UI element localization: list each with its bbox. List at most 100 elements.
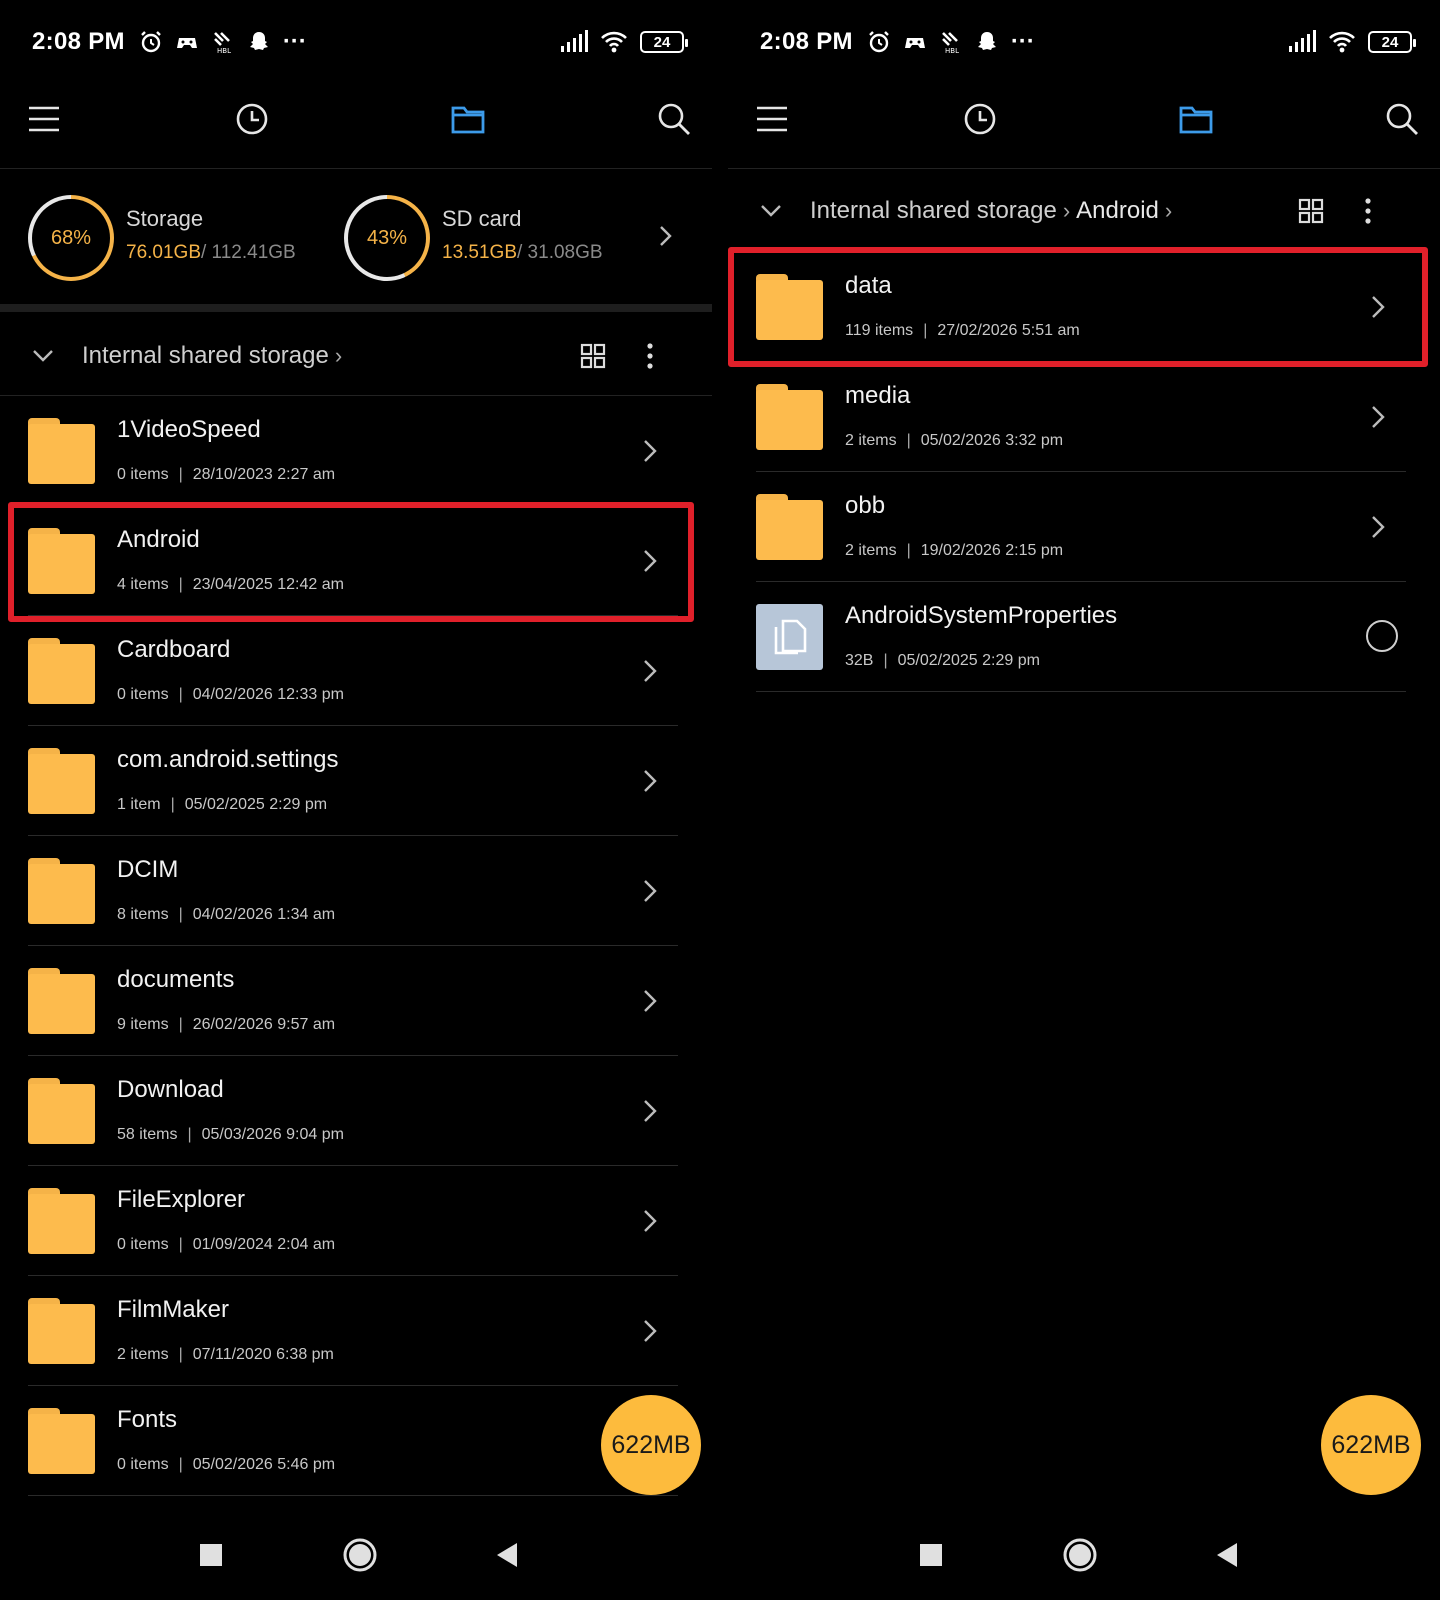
list-item[interactable]: FilmMaker 2 items | 07/11/2020 6:38 pm <box>0 1276 712 1386</box>
menu-button[interactable] <box>748 95 796 143</box>
list-item[interactable]: AndroidSystemProperties 32B | 05/02/2025 2:… <box>728 582 1440 692</box>
grid-view-icon[interactable] <box>580 343 606 369</box>
storage-summary[interactable]: 68% Storage 76.01GB/ 112.41GB 43% SD car… <box>0 188 712 288</box>
search-icon <box>658 103 690 135</box>
item-name: Download <box>117 1076 224 1103</box>
right-screen: 2:08 PM HBL ··· 24 Internal shared stora… <box>728 0 1440 1600</box>
home-button[interactable] <box>335 1530 385 1580</box>
list-item[interactable]: 1VideoSpeed 0 items | 28/10/2023 2:27 am <box>0 396 712 506</box>
item-meta: 4 items | 23/04/2025 12:42 am <box>117 576 344 593</box>
signal-icon <box>561 30 588 52</box>
breadcrumb-item[interactable]: Internal shared storage <box>810 197 1057 225</box>
sd-card-usage: 13.51GB/ 31.08GB <box>442 242 603 263</box>
recents-button[interactable] <box>186 1530 236 1580</box>
file-list: data 119 items | 27/02/2026 5:51 am media 2 i… <box>728 252 1440 692</box>
recents-button[interactable] <box>906 1530 956 1580</box>
more-options-icon[interactable] <box>646 342 654 370</box>
item-name: media <box>845 382 911 409</box>
status-bar: 2:08 PM HBL ··· 24 <box>760 22 1416 62</box>
document-icon <box>756 604 823 670</box>
item-name: Fonts <box>117 1406 178 1433</box>
chevron-right-icon <box>644 1210 657 1232</box>
item-name: data <box>845 272 892 299</box>
list-item[interactable]: Download 58 items | 05/03/2026 9:04 pm <box>0 1056 712 1166</box>
item-count: 9 items <box>117 1016 169 1033</box>
svg-text:HBL: HBL <box>945 47 959 54</box>
chevron-right-icon <box>644 440 657 462</box>
toolbar <box>728 95 1440 143</box>
chevron-right-icon <box>644 770 657 792</box>
battery-icon: 24 <box>1368 31 1416 53</box>
list-item[interactable]: Cardboard 0 items | 04/02/2026 12:33 pm <box>0 616 712 726</box>
list-item[interactable]: FileExplorer 0 items | 01/09/2024 2:04 am <box>0 1166 712 1276</box>
item-meta: 0 items | 04/02/2026 12:33 pm <box>117 686 344 703</box>
item-name: com.android.settings <box>117 746 339 773</box>
cleanup-fab[interactable]: 622MB <box>1321 1395 1421 1495</box>
snapchat-icon <box>249 32 268 50</box>
item-meta: 2 items | 05/02/2026 3:32 pm <box>845 432 1064 449</box>
item-count: 1 item <box>117 796 161 813</box>
collapse-chevron-icon[interactable] <box>32 349 54 363</box>
folder-icon <box>28 968 95 1034</box>
hbl-icon: HBL <box>941 32 959 54</box>
path-bar: Internal shared storage › Android › <box>728 181 1440 241</box>
path-bar: Internal shared storage › <box>0 326 712 386</box>
item-count: 4 items <box>117 576 169 593</box>
square-icon <box>200 1544 222 1566</box>
cleanup-fab[interactable]: 622MB <box>601 1395 701 1495</box>
folder-icon <box>756 274 823 340</box>
chevron-right-icon <box>660 226 672 246</box>
list-item[interactable]: com.android.settings 1 item | 05/02/2025 2:… <box>0 726 712 836</box>
item-meta: 0 items | 28/10/2023 2:27 am <box>117 466 336 483</box>
chevron-right-icon <box>644 1320 657 1342</box>
game-icon <box>176 38 197 48</box>
item-date: 04/02/2026 1:34 am <box>192 906 336 923</box>
item-meta: 58 items | 05/03/2026 9:04 pm <box>117 1126 344 1143</box>
files-tab-button[interactable] <box>1172 95 1220 143</box>
more-options-icon[interactable] <box>1364 197 1372 225</box>
recent-tab-button[interactable] <box>228 95 276 143</box>
list-item[interactable]: media 2 items | 05/02/2026 3:32 pm <box>728 362 1440 472</box>
grid-view-icon[interactable] <box>1298 198 1324 224</box>
status-bar: 2:08 PM HBL ··· 24 <box>32 22 688 62</box>
storage-label: Storage <box>126 206 204 231</box>
list-item[interactable]: Android 4 items | 23/04/2025 12:42 am <box>0 506 712 616</box>
folder-icon <box>28 418 95 484</box>
folder-icon <box>28 1078 95 1144</box>
back-button[interactable] <box>482 1530 532 1580</box>
menu-button[interactable] <box>20 95 68 143</box>
item-date: 27/02/2026 5:51 am <box>937 322 1080 339</box>
item-count: 8 items <box>117 906 169 923</box>
search-button[interactable] <box>1378 95 1426 143</box>
search-button[interactable] <box>650 95 698 143</box>
list-item[interactable]: data 119 items | 27/02/2026 5:51 am <box>728 252 1440 362</box>
breadcrumb-item[interactable]: Android <box>1076 197 1159 225</box>
status-time: 2:08 PM <box>32 28 125 55</box>
item-name: obb <box>845 492 886 519</box>
chevron-right-icon <box>644 550 657 572</box>
sd-card-ring: 43% <box>344 195 430 281</box>
home-button[interactable] <box>1055 1530 1105 1580</box>
breadcrumb-item[interactable]: Internal shared storage <box>82 342 329 370</box>
files-tab-button[interactable] <box>444 95 492 143</box>
item-count: 2 items <box>845 432 897 449</box>
list-item[interactable]: documents 9 items | 26/02/2026 9:57 am <box>0 946 712 1056</box>
list-item[interactable]: obb 2 items | 19/02/2026 2:15 pm <box>728 472 1440 582</box>
recent-tab-button[interactable] <box>956 95 1004 143</box>
list-item[interactable]: DCIM 8 items | 04/02/2026 1:34 am <box>0 836 712 946</box>
breadcrumb-separator-icon: › <box>1062 198 1071 223</box>
collapse-chevron-icon[interactable] <box>760 204 782 218</box>
square-icon <box>920 1544 942 1566</box>
system-nav-bar <box>0 1530 712 1580</box>
item-count: 2 items <box>845 542 897 559</box>
item-date: 26/02/2026 9:57 am <box>192 1016 336 1033</box>
item-count: 58 items <box>117 1126 178 1143</box>
back-button[interactable] <box>1202 1530 1252 1580</box>
item-date: 05/02/2025 2:29 pm <box>897 652 1040 669</box>
item-meta: 2 items | 19/02/2026 2:15 pm <box>845 542 1064 559</box>
folder-tab-icon <box>451 106 485 134</box>
item-meta: 9 items | 26/02/2026 9:57 am <box>117 1016 336 1033</box>
signal-icon <box>1289 30 1316 52</box>
storage-usage: 76.01GB/ 112.41GB <box>126 242 296 263</box>
select-radio[interactable] <box>1366 620 1398 652</box>
